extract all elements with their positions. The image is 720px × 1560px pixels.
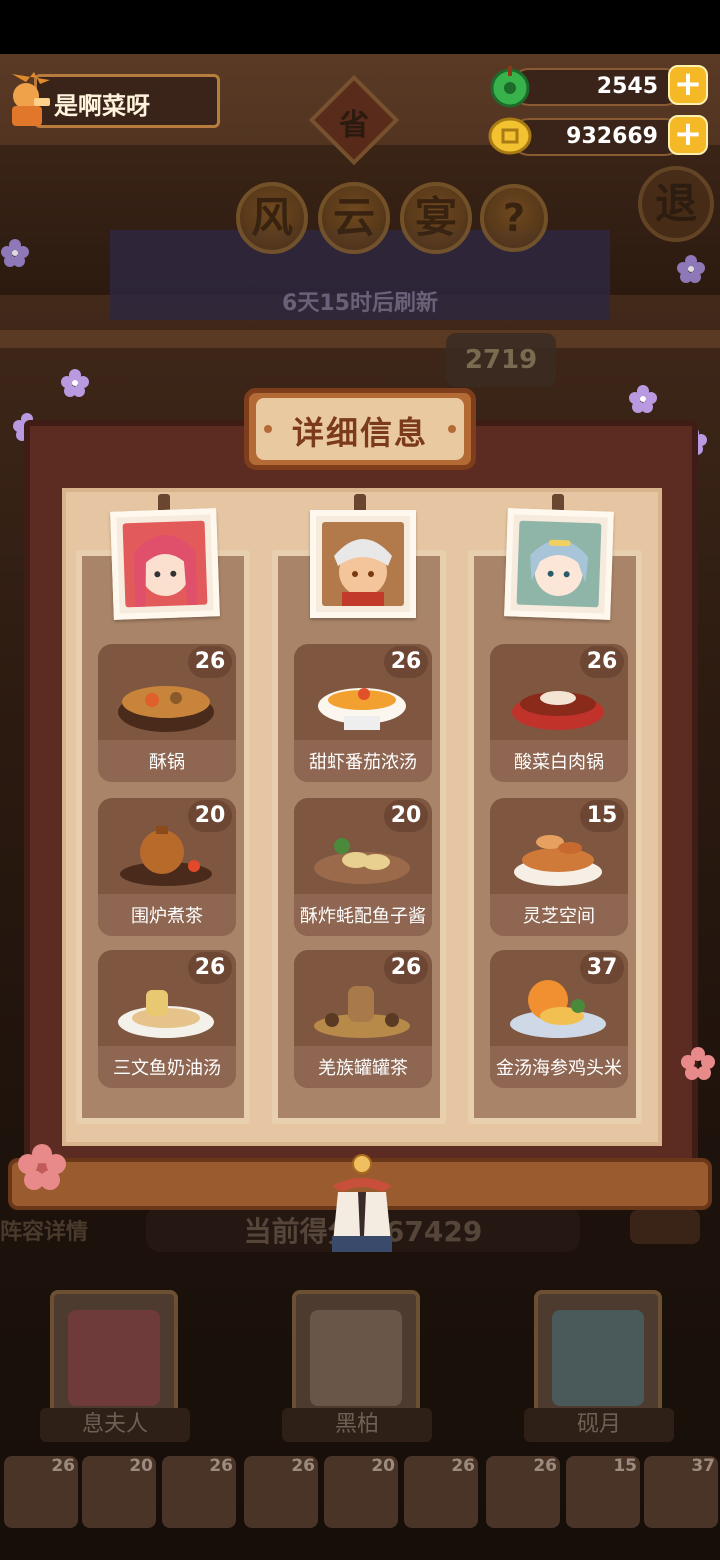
team-chef-name: 砚月 <box>524 1408 674 1442</box>
dish-card[interactable]: 26 甜虾番茄浓汤 <box>294 644 432 782</box>
strip-dish[interactable]: 26 <box>404 1456 478 1528</box>
team-detail-label[interactable]: 阵容详情 <box>0 1214 88 1246</box>
dish-card[interactable]: 26 酸菜白肉锅 <box>490 644 628 782</box>
dish-name: 三文鱼奶油汤 <box>113 1058 221 1079</box>
dish-card[interactable]: 20 围炉煮茶 <box>98 798 236 936</box>
strip-dish[interactable]: 26 <box>486 1456 560 1528</box>
strip-dish-count: 26 <box>209 1456 233 1476</box>
dish-count: 26 <box>384 646 428 678</box>
dish-name: 酸菜白肉锅 <box>514 752 604 773</box>
strip-dish[interactable]: 26 <box>4 1456 78 1528</box>
dish-name: 甜虾番茄浓汤 <box>309 752 417 773</box>
dish-icon <box>512 691 604 730</box>
dish-name: 金汤海参鸡头米 <box>496 1058 622 1079</box>
strip-dish[interactable]: 26 <box>162 1456 236 1528</box>
dish-icon <box>118 990 214 1038</box>
strip-dish-count: 26 <box>51 1456 75 1476</box>
exit-button[interactable]: 退 <box>638 166 714 242</box>
dish-icon <box>120 826 212 886</box>
dish-icon <box>510 980 606 1038</box>
dish-card[interactable]: 37 金汤海参鸡头米 <box>490 950 628 1088</box>
strip-dish[interactable]: 20 <box>82 1456 156 1528</box>
dish-count: 26 <box>188 646 232 678</box>
flower-icon <box>680 1046 716 1082</box>
background-score: 2719 <box>464 345 538 375</box>
strip-dish[interactable]: 20 <box>324 1456 398 1528</box>
strip-dish-count: 20 <box>371 1456 395 1476</box>
title-char-1: 风 <box>236 182 308 254</box>
dish-card[interactable]: 26 酥锅 <box>98 644 236 782</box>
strip-dish-count: 26 <box>291 1456 315 1476</box>
team-chef-card[interactable] <box>292 1290 420 1420</box>
strip-dish-count: 20 <box>129 1456 153 1476</box>
province-badge-label: 省 <box>339 108 369 143</box>
chef-avatar-icon <box>516 520 602 608</box>
chef-avatar-icon <box>122 520 208 608</box>
dish-icon <box>118 686 214 732</box>
panel-title: 详细信息 <box>291 414 428 452</box>
dish-count: 37 <box>580 952 624 984</box>
dish-name: 围炉煮茶 <box>131 906 203 927</box>
tassel-ornament-icon <box>322 1152 402 1256</box>
team-chef-name: 息夫人 <box>40 1408 190 1442</box>
dish-icon <box>514 835 602 886</box>
strip-dish-count: 26 <box>451 1456 475 1476</box>
chef-portrait[interactable] <box>504 508 614 620</box>
flower-icon <box>0 238 30 268</box>
dish-name: 酥炸蚝配鱼子酱 <box>300 906 426 927</box>
dish-count: 15 <box>580 800 624 832</box>
chef-avatar-icon <box>322 522 404 606</box>
team-chef-card[interactable] <box>534 1290 662 1420</box>
player-name: 是啊菜呀 <box>54 92 150 120</box>
flower-icon <box>60 368 90 398</box>
dish-card[interactable]: 26 三文鱼奶油汤 <box>98 950 236 1088</box>
dish-name: 灵芝空间 <box>523 906 595 927</box>
strip-dish[interactable]: 15 <box>566 1456 640 1528</box>
add-jade-button[interactable]: + <box>668 65 708 105</box>
strip-dish-count: 15 <box>613 1456 637 1476</box>
dish-name: 酥锅 <box>149 752 185 773</box>
team-chef-card[interactable] <box>50 1290 178 1420</box>
flower-icon <box>676 254 706 284</box>
dish-name: 羌族罐罐茶 <box>318 1058 408 1079</box>
strip-dish-count: 37 <box>691 1456 715 1476</box>
add-coin-button[interactable]: + <box>668 115 708 155</box>
title-char-2: 云 <box>318 182 390 254</box>
dish-card[interactable]: 20 酥炸蚝配鱼子酱 <box>294 798 432 936</box>
player-avatar-icon[interactable] <box>4 68 54 130</box>
dish-card[interactable]: 15 灵芝空间 <box>490 798 628 936</box>
strip-dish-count: 26 <box>533 1456 557 1476</box>
jade-value: 2545 <box>596 74 658 99</box>
coin-value: 932669 <box>566 124 658 149</box>
status-bar <box>0 0 720 54</box>
background-beam <box>0 330 720 348</box>
dish-count: 26 <box>580 646 624 678</box>
strip-dish[interactable]: 26 <box>244 1456 318 1528</box>
refresh-countdown: 6天15时后刷新 <box>282 291 438 316</box>
dish-count: 20 <box>188 800 232 832</box>
dish-icon <box>318 688 406 730</box>
help-button[interactable]: ? <box>480 184 548 252</box>
flower-icon <box>628 384 658 414</box>
chef-portrait[interactable] <box>110 508 220 620</box>
dish-count: 26 <box>384 952 428 984</box>
dish-card[interactable]: 26 羌族罐罐茶 <box>294 950 432 1088</box>
team-chef-name: 黑柏 <box>282 1408 432 1442</box>
dish-count: 20 <box>384 800 428 832</box>
dish-icon <box>314 986 410 1038</box>
strip-dish[interactable]: 37 <box>644 1456 718 1528</box>
title-char-3: 宴 <box>400 182 472 254</box>
flower-icon <box>14 1142 70 1192</box>
dish-count: 26 <box>188 952 232 984</box>
chef-portrait[interactable] <box>310 510 416 618</box>
adjust-button[interactable] <box>630 1210 700 1244</box>
dish-icon <box>314 838 410 884</box>
